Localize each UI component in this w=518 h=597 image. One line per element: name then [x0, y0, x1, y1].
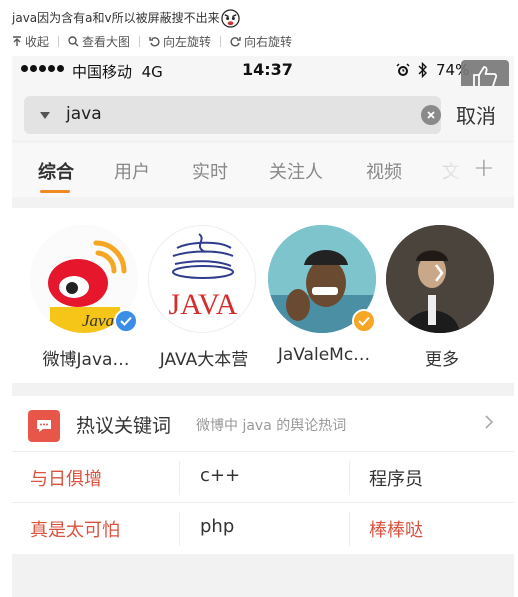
svg-text:Java: Java	[82, 311, 114, 330]
search-tabs: 综合 用户 实时 关注人 视频 文 +	[12, 143, 514, 197]
user-photo-icon	[386, 225, 494, 333]
search-query[interactable]: java	[66, 104, 102, 124]
keyword-row: 真是太可怕 php 棒棒哒	[12, 504, 514, 554]
avatar: JAVA	[148, 225, 256, 333]
tab-all[interactable]: 综合	[38, 158, 74, 184]
hot-keywords-subtitle: 微博中 java 的舆论热词	[196, 418, 347, 434]
tab-users[interactable]: 用户	[114, 158, 150, 184]
collapse-label: 收起	[25, 35, 50, 49]
keyword-item[interactable]: 棒棒哒	[369, 516, 423, 542]
rotate-right-button[interactable]: 向右旋转	[230, 33, 292, 50]
hot-keywords-card: 热议关键词 微博中 java 的舆论热词 与日俱增 c++ 程序员 真是太可怕 …	[12, 396, 514, 554]
hot-keywords-title: 热议关键词	[76, 415, 172, 437]
tabs-fade	[432, 143, 472, 197]
toolbar-divider	[139, 36, 141, 47]
keyword-divider	[179, 461, 180, 495]
clear-icon	[427, 111, 435, 119]
chevron-right-icon	[485, 415, 494, 429]
network-type: 4G	[141, 63, 163, 81]
search-area: java 取消	[12, 86, 514, 140]
image-toolbar: 收起 查看大图 向左旋转 向右旋转	[12, 33, 292, 50]
cancel-button[interactable]: 取消	[456, 100, 496, 129]
rotate-left-label: 向左旋转	[163, 35, 212, 49]
chat-bubble-icon	[28, 410, 60, 442]
clear-search-button[interactable]	[421, 105, 441, 125]
active-tab-indicator	[40, 190, 70, 193]
tab-realtime[interactable]: 实时	[192, 158, 228, 184]
tab-video[interactable]: 视频	[366, 158, 402, 184]
check-icon	[120, 316, 132, 326]
carrier-label: 中国移动 4G	[72, 61, 163, 82]
keyword-divider	[179, 512, 180, 546]
rotate-left-button[interactable]: 向左旋转	[149, 33, 211, 50]
rotate-left-icon	[149, 37, 160, 47]
hot-keywords-header[interactable]: 热议关键词 微博中 java 的舆论热词	[12, 396, 514, 452]
tab-following[interactable]: 关注人	[269, 158, 323, 184]
verified-badge	[114, 309, 138, 333]
view-large-button[interactable]: 查看大图	[68, 33, 130, 50]
keyword-item[interactable]: php	[200, 516, 234, 537]
dropdown-caret-icon[interactable]	[40, 112, 50, 119]
keyword-item[interactable]: 程序员	[369, 465, 423, 491]
rotate-right-icon	[230, 37, 241, 47]
verified-badge	[352, 309, 376, 333]
keyword-row: 与日俱增 c++ 程序员	[12, 453, 514, 503]
magnify-icon	[68, 36, 79, 47]
keyword-item[interactable]: 真是太可怕	[30, 516, 120, 542]
toolbar-divider	[220, 36, 222, 47]
caption-text: java因为含有a和v所以被屏蔽搜不出来	[12, 11, 220, 25]
signal-strength-icon	[21, 65, 64, 72]
view-large-label: 查看大图	[82, 35, 131, 49]
svg-text:JAVA: JAVA	[169, 288, 238, 321]
collapse-button[interactable]: 收起	[12, 33, 49, 50]
users-card: Java 微博Java… JAVA JAVA大本营 JaValeMc… 更多	[12, 208, 514, 383]
user-name: JaValeMc…	[277, 345, 371, 365]
check-icon	[358, 316, 370, 326]
alarm-icon	[396, 63, 410, 76]
keyword-item[interactable]: 与日俱增	[30, 465, 102, 491]
toolbar-divider	[58, 36, 60, 47]
user-name: 微博Java…	[42, 350, 130, 370]
keyword-item[interactable]: c++	[200, 465, 240, 486]
search-input[interactable]: java	[24, 96, 441, 134]
status-time: 14:37	[242, 60, 293, 79]
java-logo-icon: JAVA	[169, 233, 238, 321]
add-tab-button[interactable]: +	[473, 153, 495, 183]
status-bar: 中国移动 4G 14:37 74%	[12, 56, 514, 86]
rotate-right-label: 向右旋转	[244, 35, 293, 49]
phone-screenshot: 中国移动 4G 14:37 74% java 取消 综合 用户 实时 关注人 视…	[12, 56, 514, 597]
post-header: java因为含有a和v所以被屏蔽搜不出来 收起 查看大图 向左旋转 向右旋转	[0, 0, 518, 56]
angry-face-emoji-icon	[220, 9, 240, 28]
post-caption: java因为含有a和v所以被屏蔽搜不出来	[12, 9, 240, 28]
user-name: JAVA大本营	[159, 350, 249, 370]
more-label: 更多	[425, 350, 459, 370]
keyword-divider	[349, 512, 350, 546]
carrier-name: 中国移动	[72, 63, 133, 81]
avatar	[386, 225, 494, 333]
bluetooth-icon	[418, 62, 427, 78]
collapse-icon	[13, 36, 21, 46]
keyword-divider	[349, 461, 350, 495]
